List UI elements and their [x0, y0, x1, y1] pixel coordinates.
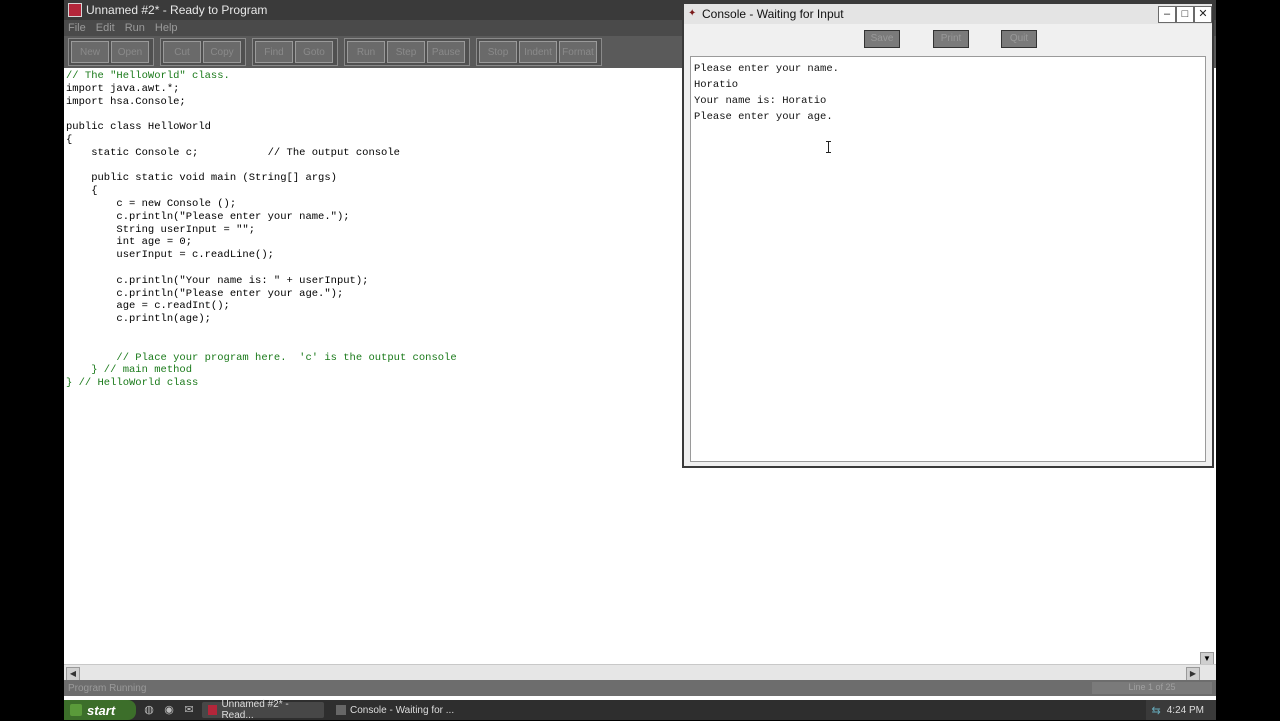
- code-line: {: [66, 133, 73, 146]
- cut-button[interactable]: Cut: [163, 41, 201, 63]
- console-window: ✦ Console - Waiting for Input – □ ✕ Save…: [682, 2, 1214, 468]
- console-title-bar[interactable]: ✦ Console - Waiting for Input – □ ✕: [684, 4, 1212, 24]
- toolbar-group-file: New Open: [68, 38, 154, 66]
- code-line: age = c.readInt();: [66, 300, 230, 313]
- menu-file[interactable]: File: [68, 22, 86, 34]
- code-line: // The "HelloWorld" class.: [66, 70, 230, 82]
- close-icon[interactable]: ✕: [1194, 6, 1212, 23]
- status-text: Program Running: [68, 682, 147, 694]
- code-line: import java.awt.*;: [66, 82, 180, 95]
- start-button[interactable]: start: [64, 700, 136, 720]
- code-line: } // main method: [66, 364, 193, 377]
- ide-task-icon: [208, 705, 218, 715]
- console-output-text: Please enter your name. Horatio Your nam…: [694, 63, 839, 123]
- code-line: public static void main (String[] args): [66, 172, 337, 185]
- format-button[interactable]: Format: [559, 41, 597, 63]
- code-line: c.println(age);: [66, 313, 211, 326]
- menu-run[interactable]: Run: [125, 22, 145, 34]
- toolbar-group-run: Run Step Pause: [344, 38, 470, 66]
- taskbar: start ◍ ◉ ✉ Unnamed #2* - Read... Consol…: [64, 699, 1216, 721]
- text-cursor-icon: [825, 141, 833, 153]
- status-bar: Program Running Line 1 of 25: [64, 680, 1216, 696]
- toolbar-group-edit: Cut Copy: [160, 38, 246, 66]
- step-button[interactable]: Step: [387, 41, 425, 63]
- network-icon[interactable]: ⇆: [1152, 704, 1161, 717]
- console-toolbar: Save Print Quit: [684, 26, 1212, 54]
- code-line: // Place your program here. 'c' is the o…: [66, 351, 457, 364]
- menu-edit[interactable]: Edit: [96, 22, 115, 34]
- taskbar-item-ide[interactable]: Unnamed #2* - Read...: [202, 699, 324, 721]
- console-print-button[interactable]: Print: [933, 30, 969, 48]
- browser-quicklaunch-icon[interactable]: ◍: [142, 703, 156, 717]
- scroll-right-arrow[interactable]: ▶: [1186, 667, 1200, 681]
- clock[interactable]: 4:24 PM: [1167, 705, 1204, 716]
- status-line-info: Line 1 of 25: [1092, 682, 1212, 694]
- find-button[interactable]: Find: [255, 41, 293, 63]
- console-task-icon: [336, 705, 346, 715]
- app-icon: [68, 3, 82, 17]
- code-line: c.println("Please enter your name.");: [66, 210, 350, 223]
- horizontal-scrollbar[interactable]: ◀ ▶: [64, 664, 1216, 681]
- code-line: userInput = c.readLine();: [66, 249, 274, 262]
- run-button[interactable]: Run: [347, 41, 385, 63]
- app-quicklaunch-icon[interactable]: ◉: [162, 703, 176, 717]
- taskbar-item-console-label: Console - Waiting for ...: [350, 704, 455, 716]
- maximize-icon[interactable]: □: [1176, 6, 1194, 23]
- toolbar-group-tools: Stop Indent Format: [476, 38, 602, 66]
- code-line: public class HelloWorld: [66, 121, 211, 134]
- taskbar-item-console[interactable]: Console - Waiting for ...: [330, 702, 462, 718]
- toolbar-group-search: Find Goto: [252, 38, 338, 66]
- minimize-icon[interactable]: –: [1158, 6, 1176, 23]
- console-title: Console - Waiting for Input: [702, 7, 844, 21]
- menu-help[interactable]: Help: [155, 22, 178, 34]
- code-line: } // HelloWorld class: [66, 377, 199, 390]
- copy-button[interactable]: Copy: [203, 41, 241, 63]
- code-line: import hsa.Console;: [66, 95, 186, 108]
- new-button[interactable]: New: [71, 41, 109, 63]
- code-line: String userInput = "";: [66, 223, 256, 236]
- ide-title: Unnamed #2* - Ready to Program: [86, 3, 268, 17]
- stop-button[interactable]: Stop: [479, 41, 517, 63]
- goto-button[interactable]: Goto: [295, 41, 333, 63]
- console-output-area[interactable]: Please enter your name. Horatio Your nam…: [690, 56, 1206, 462]
- console-app-icon: ✦: [688, 8, 697, 19]
- code-line: c = new Console ();: [66, 197, 237, 210]
- system-tray: ⇆ 4:24 PM: [1146, 700, 1216, 720]
- code-line: int age = 0;: [66, 236, 193, 249]
- indent-button[interactable]: Indent: [519, 41, 557, 63]
- pause-button[interactable]: Pause: [427, 41, 465, 63]
- open-button[interactable]: Open: [111, 41, 149, 63]
- code-line: {: [66, 185, 98, 198]
- start-label: start: [87, 702, 116, 718]
- code-line: c.println("Please enter your age.");: [66, 287, 344, 300]
- console-quit-button[interactable]: Quit: [1001, 30, 1037, 48]
- scroll-left-arrow[interactable]: ◀: [66, 667, 80, 681]
- taskbar-item-ide-label: Unnamed #2* - Read...: [221, 699, 289, 721]
- mail-quicklaunch-icon[interactable]: ✉: [182, 703, 196, 717]
- code-line: c.println("Your name is: " + userInput);: [66, 274, 369, 287]
- windows-flag-icon: [70, 704, 82, 716]
- console-save-button[interactable]: Save: [864, 30, 900, 48]
- code-line: static Console c; // The output console: [66, 146, 400, 159]
